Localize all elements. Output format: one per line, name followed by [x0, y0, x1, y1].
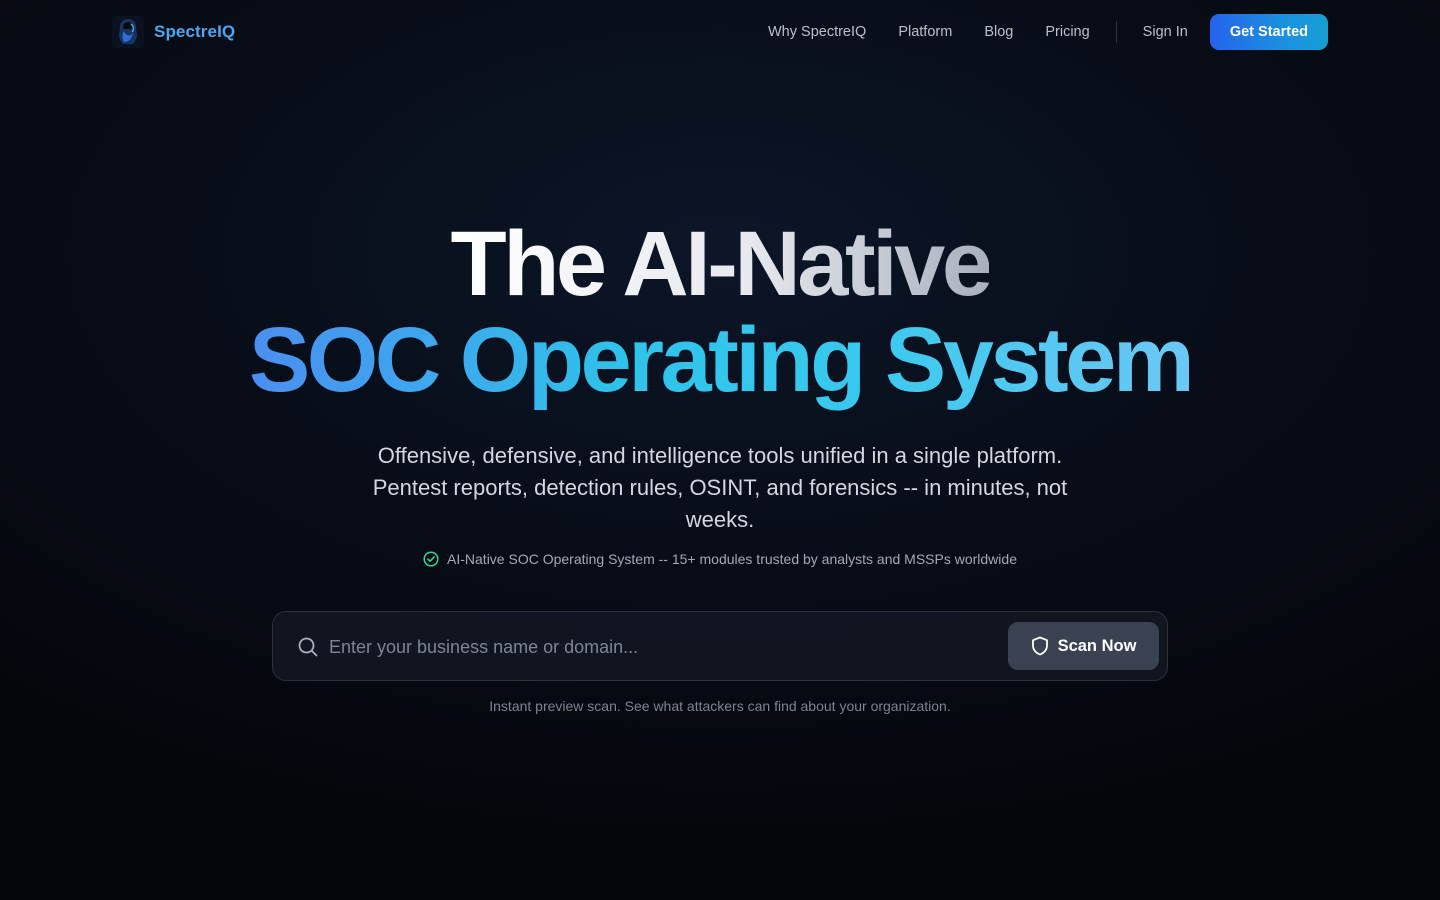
search-icon	[297, 636, 319, 658]
nav-link-blog[interactable]: Blog	[984, 24, 1013, 40]
nav-link-why-spectreiq[interactable]: Why SpectreIQ	[768, 24, 866, 40]
trust-text: AI-Native SOC Operating System -- 15+ mo…	[447, 551, 1017, 567]
scan-hint: Instant preview scan. See what attackers…	[489, 698, 951, 714]
top-navigation: SpectreIQ Why SpectreIQ Platform Blog Pr…	[0, 0, 1440, 64]
hero-subtitle: Offensive, defensive, and intelligence t…	[372, 443, 1068, 532]
scan-now-button[interactable]: Scan Now	[1008, 622, 1159, 670]
business-domain-input[interactable]	[329, 629, 989, 665]
scan-search-box: Scan Now	[272, 611, 1168, 681]
nav-link-pricing[interactable]: Pricing	[1045, 24, 1089, 40]
trust-line: AI-Native SOC Operating System -- 15+ mo…	[0, 551, 1440, 567]
brand-logo-link[interactable]: SpectreIQ	[112, 15, 235, 49]
get-started-button[interactable]: Get Started	[1209, 14, 1328, 50]
hooded-figure-logo-icon	[112, 16, 144, 48]
shield-icon	[1031, 636, 1049, 656]
nav-divider	[1115, 21, 1117, 43]
hero-title: The AI-Native SOC Operating System	[0, 212, 1440, 412]
nav-link-platform[interactable]: Platform	[898, 24, 952, 40]
nav-links: Why SpectreIQ Platform Blog Pricing Sign…	[768, 14, 1328, 50]
sign-in-link[interactable]: Sign In	[1143, 24, 1188, 40]
hero-title-line-2: SOC Operating System	[248, 309, 1195, 411]
scan-now-label: Scan Now	[1057, 636, 1137, 655]
brand-name: SpectreIQ	[154, 22, 236, 41]
check-circle-icon	[423, 551, 439, 567]
hero-title-line-1: The AI-Native	[450, 213, 993, 315]
